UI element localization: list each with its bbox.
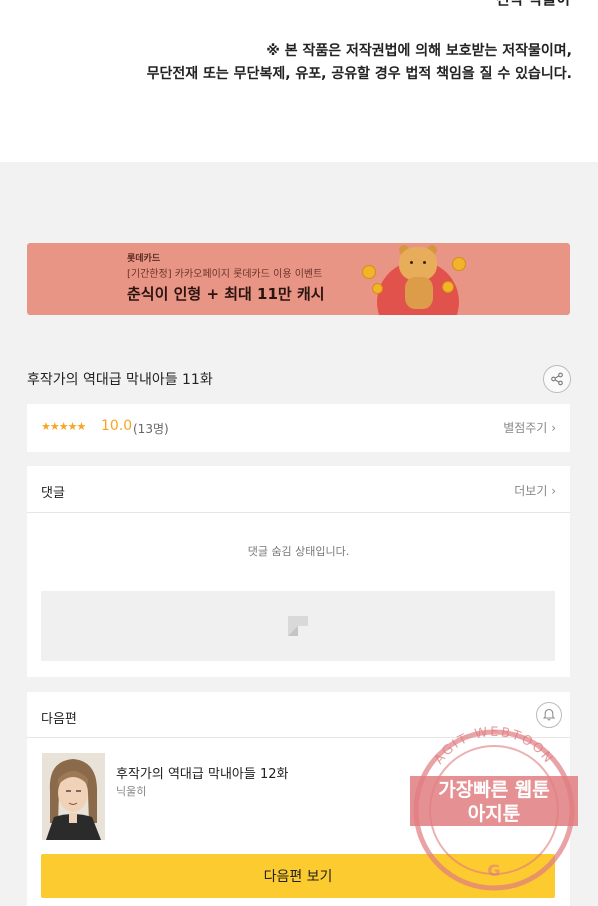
comments-more-button[interactable]: 더보기 › [514,482,556,499]
rate-button-label: 별점주기 [503,421,548,435]
next-episode-divider [27,737,570,738]
rate-button[interactable]: 별점주기 › [503,419,556,436]
rating-stars-icon: ★★★★★ [41,420,86,433]
next-episode-card: 다음편 후작가의 역대급 막내아들 12화 닉울히 다음편 보기 [27,692,570,906]
coin-icon [362,265,376,279]
comments-divider [27,512,570,513]
coin-icon [442,281,454,293]
coin-icon [452,257,466,271]
notification-bell-button[interactable] [536,702,562,728]
copyright-section: 전작 작물이 ※ 본 작품은 저작권법에 의해 보호받는 저작물이며, 무단전재… [0,0,598,162]
rating-voter-count: (13명) [133,422,169,436]
rating-score: 10.0 [101,418,133,434]
episode-title: 후작가의 역대급 막내아들 11화 [27,372,213,388]
next-episode-author: 닉울히 [116,785,147,798]
promo-banner[interactable]: 롯데카드 [기간한정] 카카오페이지 롯데카드 이용 이벤트 춘식이 인형 + … [27,243,570,315]
copyright-notice: ※ 본 작품은 저작권법에 의해 보호받는 저작물이며, 무단전재 또는 무단복… [147,40,572,86]
chevron-right-icon: › [551,484,556,498]
image-placeholder-icon [288,616,308,636]
ad-placeholder [41,591,555,661]
coin-icon [372,283,383,294]
next-episode-button[interactable]: 다음편 보기 [41,854,555,898]
comments-card: 댓글 더보기 › 댓글 숨김 상태입니다. [27,466,570,677]
share-button[interactable] [543,365,571,393]
comments-hidden-message: 댓글 숨김 상태입니다. [247,545,350,558]
banner-subtitle: [기간한정] 카카오페이지 롯데카드 이용 이벤트 [127,269,323,280]
comments-heading: 댓글 [41,486,65,501]
chevron-right-icon: › [551,421,556,435]
bell-icon [542,708,556,721]
banner-headline: 춘식이 인형 + 최대 11만 캐시 [127,285,325,303]
cut-title-text: 전작 작물이 [496,0,570,9]
character-thumbnail-icon [42,753,105,840]
share-icon [551,372,563,386]
copyright-line-1: ※ 본 작품은 저작권법에 의해 보호받는 저작물이며, [266,43,572,59]
next-episode-thumbnail[interactable] [42,753,105,840]
rating-card: ★★★★★ 10.0 (13명) 별점주기 › [27,404,570,452]
copyright-line-2: 무단전재 또는 무단복제, 유포, 공유할 경우 법적 책임을 질 수 있습니다… [146,66,572,82]
comments-more-label: 더보기 [514,484,548,498]
banner-brand: 롯데카드 [127,254,161,264]
next-episode-title[interactable]: 후작가의 역대급 막내아들 12화 [116,763,288,782]
next-episode-heading: 다음편 [41,712,77,727]
